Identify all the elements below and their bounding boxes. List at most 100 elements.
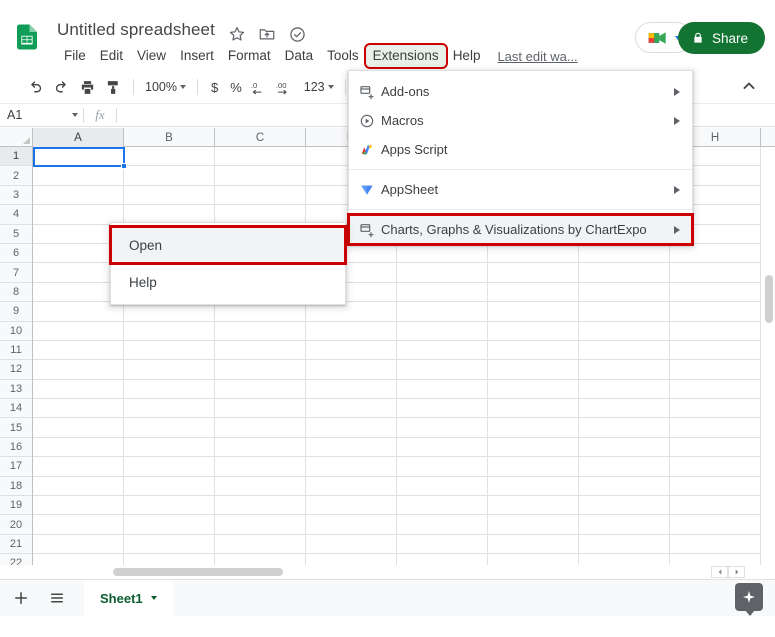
vertical-scrollbar[interactable] (763, 275, 773, 565)
cell-A21[interactable] (33, 535, 124, 554)
cell-B22[interactable] (124, 554, 215, 565)
cell-B10[interactable] (124, 322, 215, 341)
move-to-folder-icon[interactable] (258, 25, 276, 43)
cell-B11[interactable] (124, 341, 215, 360)
cell-F11[interactable] (488, 341, 579, 360)
cell-H9[interactable] (670, 302, 761, 321)
cell-G7[interactable] (579, 263, 670, 282)
currency-format-button[interactable]: $ (205, 77, 224, 98)
add-sheet-button[interactable] (6, 583, 36, 613)
ext-menu-item-apps-script[interactable]: Apps Script (349, 135, 692, 164)
menu-tools[interactable]: Tools (320, 45, 366, 67)
column-header-a[interactable]: A (33, 128, 124, 147)
cell-E14[interactable] (397, 399, 488, 418)
scroll-right-arrow-icon[interactable] (728, 566, 745, 578)
cell-H20[interactable] (670, 515, 761, 534)
cell-A1[interactable] (33, 147, 124, 166)
cell-E13[interactable] (397, 380, 488, 399)
undo-icon[interactable] (22, 74, 48, 100)
row-header-1[interactable]: 1 (0, 147, 32, 166)
row-header-18[interactable]: 18 (0, 477, 32, 496)
cell-B17[interactable] (124, 457, 215, 476)
row-header-13[interactable]: 13 (0, 380, 32, 399)
cell-D15[interactable] (306, 418, 397, 437)
cell-A10[interactable] (33, 322, 124, 341)
cell-C2[interactable] (215, 166, 306, 185)
cell-G16[interactable] (579, 438, 670, 457)
cell-F12[interactable] (488, 360, 579, 379)
cell-F7[interactable] (488, 263, 579, 282)
cell-H17[interactable] (670, 457, 761, 476)
cell-A9[interactable] (33, 302, 124, 321)
row-header-17[interactable]: 17 (0, 457, 32, 476)
column-header-c[interactable]: C (215, 128, 306, 147)
menu-extensions[interactable]: Extensions (366, 45, 446, 67)
cell-G21[interactable] (579, 535, 670, 554)
row-header-2[interactable]: 2 (0, 166, 32, 185)
menu-edit[interactable]: Edit (93, 45, 130, 67)
cell-G15[interactable] (579, 418, 670, 437)
cell-B16[interactable] (124, 438, 215, 457)
cell-E17[interactable] (397, 457, 488, 476)
cell-G11[interactable] (579, 341, 670, 360)
cell-D21[interactable] (306, 535, 397, 554)
cell-E19[interactable] (397, 496, 488, 515)
cell-D11[interactable] (306, 341, 397, 360)
cell-G6[interactable] (579, 244, 670, 263)
cell-F14[interactable] (488, 399, 579, 418)
row-header-5[interactable]: 5 (0, 225, 32, 244)
cell-C10[interactable] (215, 322, 306, 341)
paint-format-icon[interactable] (100, 74, 126, 100)
increase-decimal-button[interactable]: .00 (274, 74, 300, 100)
cell-B13[interactable] (124, 380, 215, 399)
cell-F16[interactable] (488, 438, 579, 457)
ext-menu-item-chartexpo[interactable]: Charts, Graphs & Visualizations by Chart… (349, 215, 692, 244)
row-header-9[interactable]: 9 (0, 302, 32, 321)
share-button[interactable]: Share (678, 22, 765, 54)
ext-menu-item-add-ons[interactable]: Add-ons (349, 77, 692, 106)
cell-B19[interactable] (124, 496, 215, 515)
cell-F15[interactable] (488, 418, 579, 437)
cell-C9[interactable] (215, 302, 306, 321)
cell-F8[interactable] (488, 283, 579, 302)
cell-B18[interactable] (124, 477, 215, 496)
column-header-b[interactable]: B (124, 128, 215, 147)
row-header-4[interactable]: 4 (0, 205, 32, 224)
row-header-22[interactable]: 22 (0, 554, 32, 565)
submenu-item-help[interactable]: Help (111, 264, 345, 300)
cell-G17[interactable] (579, 457, 670, 476)
star-icon[interactable] (228, 25, 246, 43)
print-icon[interactable] (74, 74, 100, 100)
cell-A14[interactable] (33, 399, 124, 418)
cell-F17[interactable] (488, 457, 579, 476)
more-formats-selector[interactable]: 123 (300, 77, 338, 97)
cell-E8[interactable] (397, 283, 488, 302)
cell-A13[interactable] (33, 380, 124, 399)
cell-A22[interactable] (33, 554, 124, 565)
menu-help[interactable]: Help (446, 45, 488, 67)
cell-B15[interactable] (124, 418, 215, 437)
menu-format[interactable]: Format (221, 45, 278, 67)
cell-G19[interactable] (579, 496, 670, 515)
menu-file[interactable]: File (57, 45, 93, 67)
row-header-3[interactable]: 3 (0, 186, 32, 205)
cell-C22[interactable] (215, 554, 306, 565)
cell-C17[interactable] (215, 457, 306, 476)
ext-menu-item-macros[interactable]: Macros (349, 106, 692, 135)
cell-B1[interactable] (124, 147, 215, 166)
explore-button[interactable] (735, 583, 763, 611)
cell-H10[interactable] (670, 322, 761, 341)
cell-F13[interactable] (488, 380, 579, 399)
cell-G8[interactable] (579, 283, 670, 302)
cell-E22[interactable] (397, 554, 488, 565)
name-box[interactable]: A1 (0, 104, 83, 127)
cell-E20[interactable] (397, 515, 488, 534)
cell-H12[interactable] (670, 360, 761, 379)
cell-H18[interactable] (670, 477, 761, 496)
cell-E16[interactable] (397, 438, 488, 457)
cell-D22[interactable] (306, 554, 397, 565)
cell-G13[interactable] (579, 380, 670, 399)
cell-H11[interactable] (670, 341, 761, 360)
vertical-scrollbar-thumb[interactable] (765, 275, 773, 323)
cell-G14[interactable] (579, 399, 670, 418)
